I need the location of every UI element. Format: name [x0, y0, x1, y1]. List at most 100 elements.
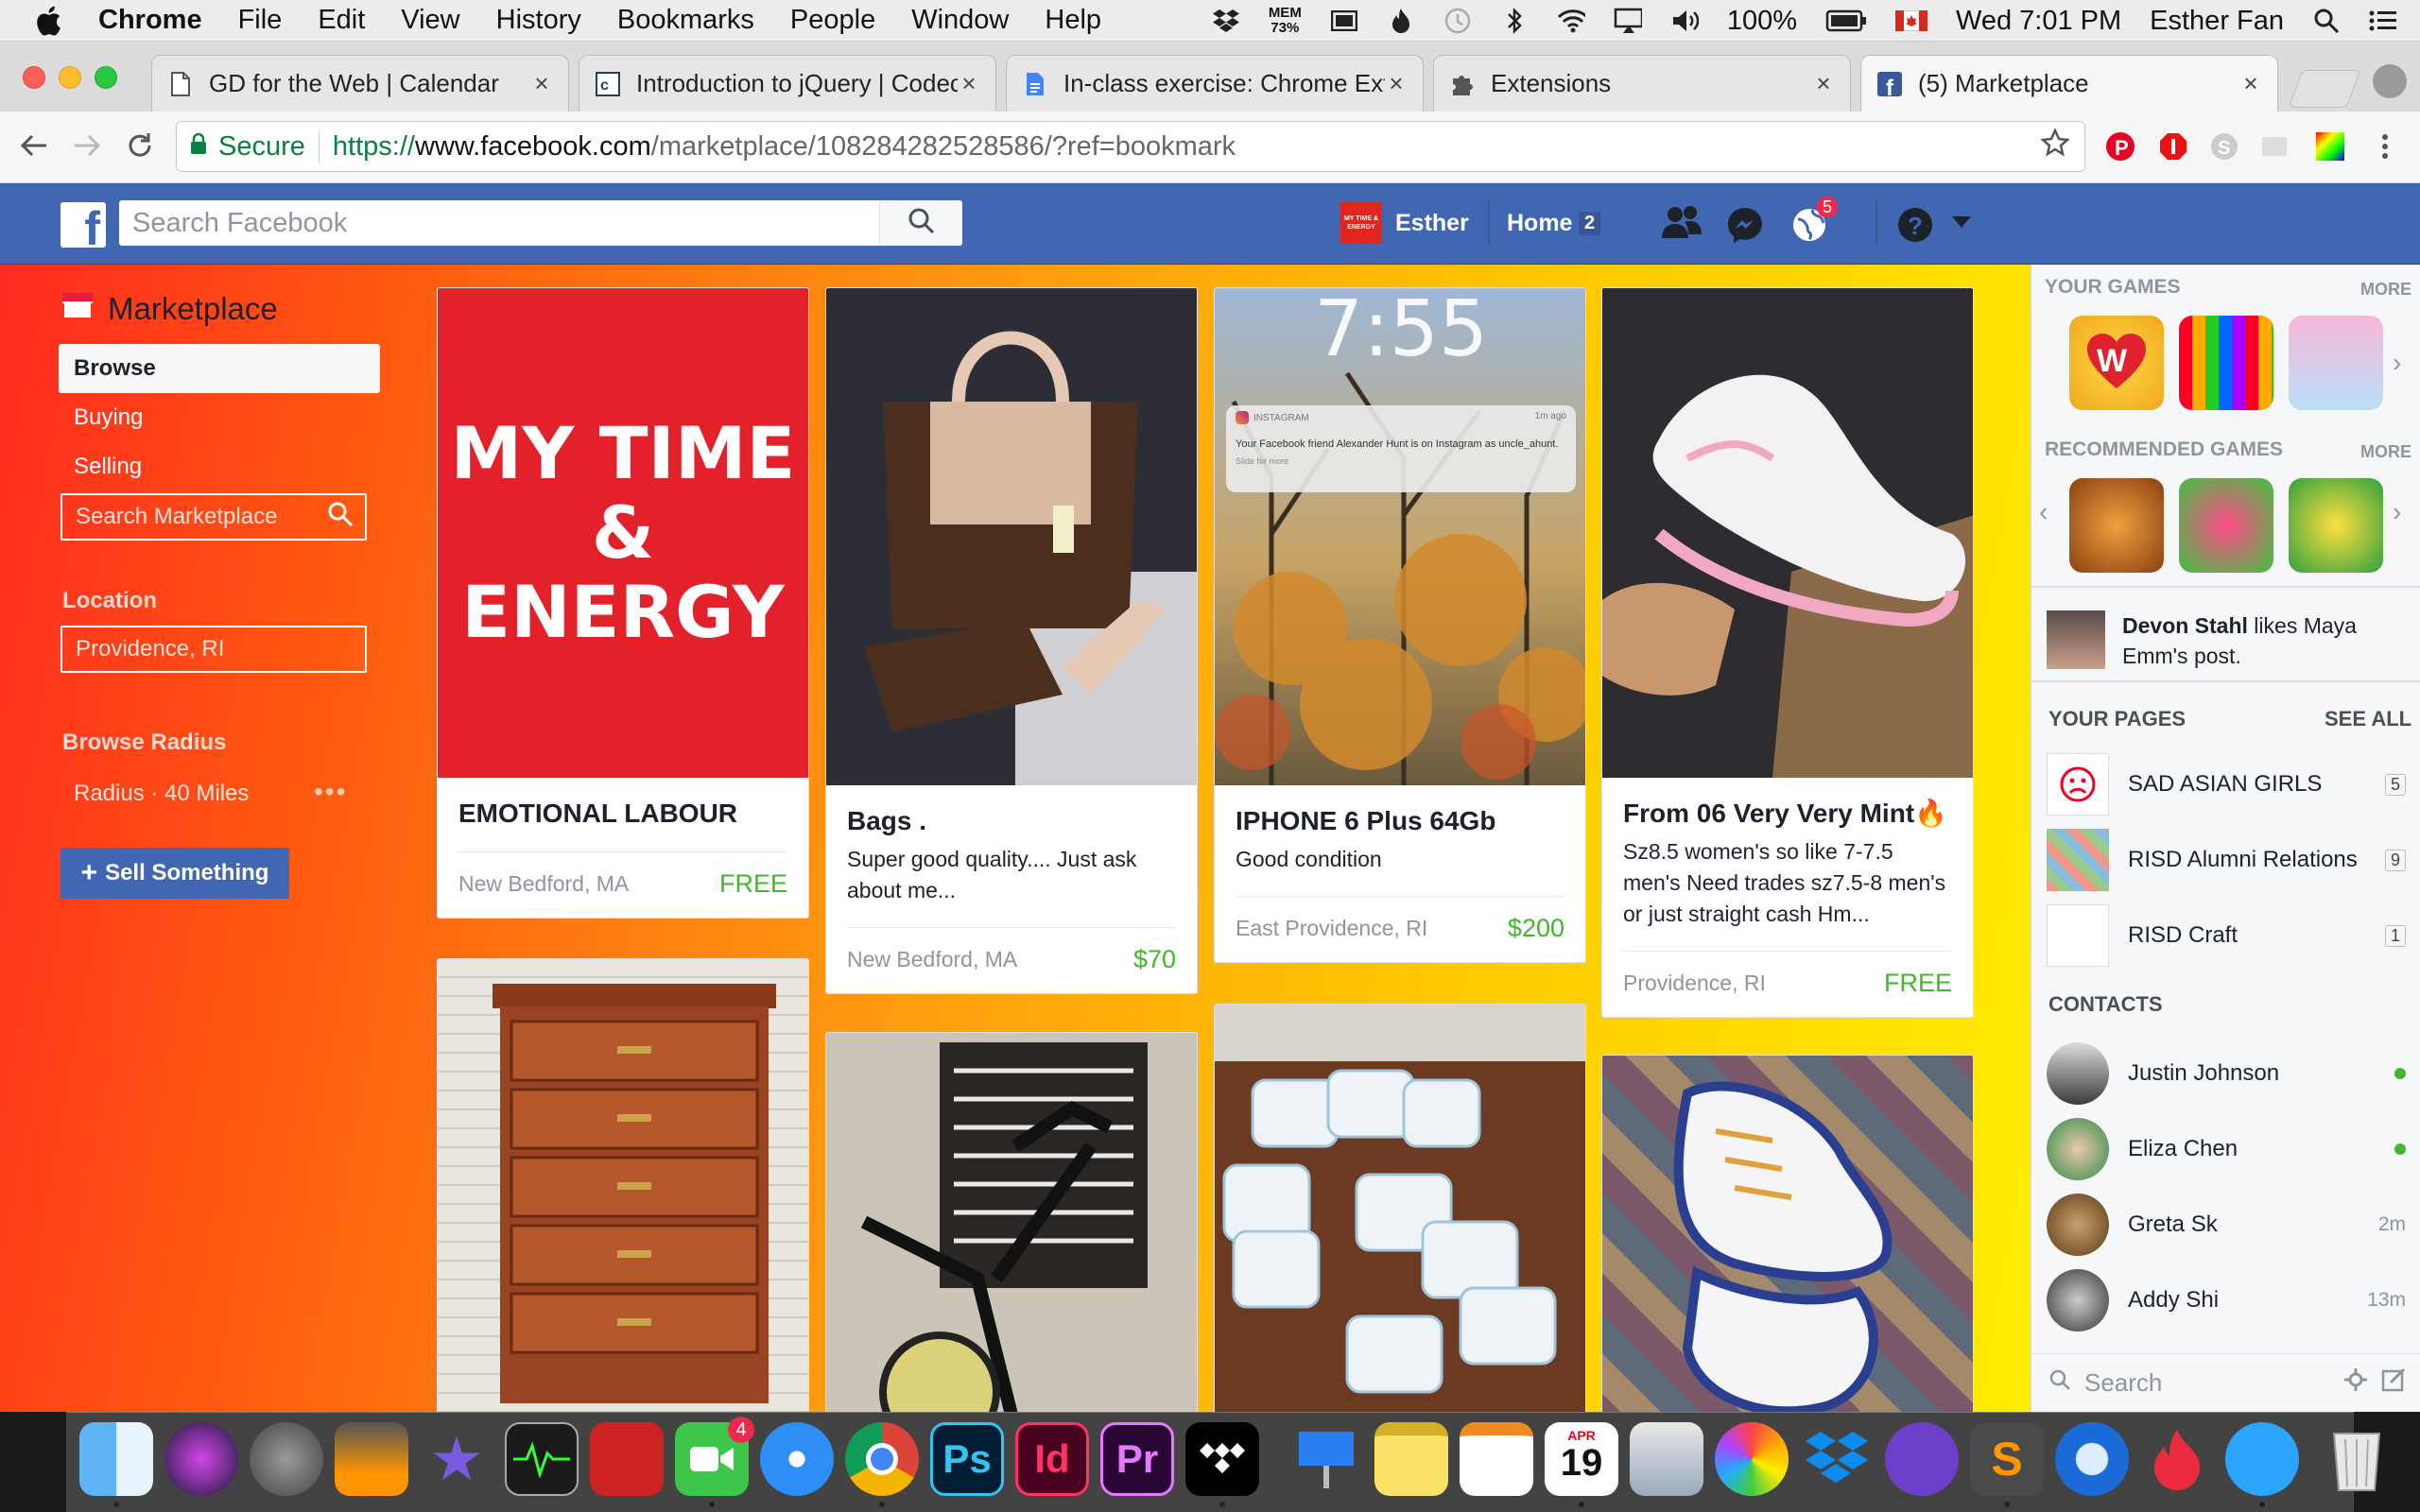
notification-center-icon[interactable] [2369, 7, 2397, 35]
contact-justin-johnson[interactable]: Justin Johnson [2047, 1036, 2406, 1111]
games-more-link[interactable]: MORE [2360, 280, 2411, 300]
clock[interactable]: Wed 7:01 PM [1956, 6, 2121, 37]
quicktime-icon[interactable] [2055, 1422, 2129, 1496]
contact-greta-sk[interactable]: Greta Sk 2m [2047, 1187, 2406, 1263]
friend-requests-icon[interactable] [1660, 204, 1703, 247]
contact-eliza-chen[interactable]: Eliza Chen [2047, 1111, 2406, 1187]
tetris-game-icon[interactable] [2179, 316, 2273, 410]
safari-icon[interactable] [760, 1422, 834, 1496]
menu-history[interactable]: History [496, 5, 581, 36]
spotlight-icon[interactable] [2312, 7, 2341, 35]
adblock-icon[interactable] [2157, 130, 2189, 163]
apple-icon[interactable] [34, 5, 66, 37]
listing-card[interactable]: From 06 Very Very Mint🔥 Sz8.5 women's so… [1601, 287, 1974, 1018]
bluetooth-icon[interactable] [1500, 7, 1529, 35]
system-preferences-icon[interactable] [250, 1422, 323, 1496]
preview-icon[interactable] [1630, 1422, 1703, 1496]
window-icon[interactable] [1330, 7, 1358, 35]
menu-help[interactable]: Help [1045, 5, 1101, 36]
menu-file[interactable]: File [238, 5, 283, 36]
notes-icon[interactable] [1374, 1422, 1448, 1496]
page-item-risd-craft[interactable]: RISD Craft 1 [2047, 898, 2406, 973]
finder-icon[interactable] [79, 1422, 153, 1496]
sublime-text-icon[interactable]: S [1970, 1422, 2044, 1496]
volume-icon[interactable] [1670, 7, 1699, 35]
pages-icon[interactable] [1460, 1422, 1533, 1496]
menu-window[interactable]: Window [911, 5, 1009, 36]
tidal-icon[interactable] [1185, 1422, 1259, 1496]
listing-card[interactable]: Bags . Super good quality.... Just ask a… [825, 287, 1198, 994]
more-options-icon[interactable]: ••• [314, 777, 347, 807]
facebook-logo-icon[interactable]: f [60, 202, 106, 248]
nav-selling[interactable]: Selling [59, 442, 380, 491]
user-name[interactable]: Esther Fan [2150, 6, 2284, 37]
menu-people[interactable]: People [790, 5, 875, 36]
gear-icon[interactable] [2343, 1367, 2368, 1399]
new-message-icon[interactable] [2381, 1367, 2406, 1399]
reload-icon[interactable] [121, 127, 159, 164]
tinder-icon[interactable] [2140, 1422, 2214, 1496]
menu-edit[interactable]: Edit [318, 5, 365, 36]
tab-close-icon[interactable]: × [1812, 69, 1835, 98]
nav-buying[interactable]: Buying [59, 393, 380, 442]
gem-mania-game-icon[interactable] [2069, 478, 2164, 573]
pinterest-icon[interactable]: P [2104, 130, 2136, 163]
words-game-icon[interactable]: W [2069, 316, 2164, 410]
memory-monitor[interactable]: MEM 73% [1269, 6, 1302, 36]
imovie-icon[interactable]: ★ [420, 1422, 493, 1496]
photo-booth-icon[interactable] [590, 1422, 664, 1496]
tab-close-icon[interactable]: × [2239, 69, 2262, 98]
tab-chrome-extension-exercise[interactable]: In-class exercise: Chrome Exte × [1006, 55, 1424, 112]
radius-value[interactable]: Radius · 40 Miles [74, 781, 249, 807]
listing-card[interactable]: MY TIME & ENERGY EMOTIONAL LABOUR New Be… [437, 287, 809, 919]
tab-marketplace[interactable]: f (5) Marketplace × [1860, 55, 2278, 112]
address-bar[interactable]: Secure https:// www.facebook.com /market… [176, 121, 2085, 172]
prev-arrow-icon[interactable]: ‹ [2039, 497, 2048, 527]
profile-avatar-icon[interactable] [2373, 64, 2407, 98]
activity-avatar[interactable] [2047, 610, 2105, 669]
location-input[interactable]: Providence, RI [60, 626, 367, 673]
airplay-icon[interactable] [1614, 7, 1642, 35]
page-item-risd-alumni[interactable]: RISD Alumni Relations 9 [2047, 822, 2406, 898]
trash-icon[interactable] [2320, 1422, 2394, 1496]
bookmark-star-icon[interactable] [2040, 127, 2070, 164]
chrome-menu-icon[interactable] [2369, 130, 2401, 163]
candy-game-icon[interactable] [2179, 478, 2273, 573]
chat-search-bar[interactable]: Search [2031, 1353, 2420, 1412]
indesign-icon[interactable]: Id [1015, 1422, 1089, 1496]
see-all-link[interactable]: SEE ALL [2325, 707, 2411, 731]
forward-arrow-icon[interactable] [68, 127, 106, 164]
wifi-icon[interactable] [1557, 7, 1585, 35]
dropbox-icon[interactable] [1212, 7, 1240, 35]
account-dropdown-icon[interactable] [1951, 215, 1972, 233]
siri-icon[interactable] [164, 1422, 238, 1496]
page-item-sad-asian-girls[interactable]: SAD ASIAN GIRLS 5 [2047, 747, 2406, 822]
user-avatar[interactable]: MY TIME & ENERGY [1340, 202, 1382, 244]
github-icon[interactable] [1885, 1422, 1959, 1496]
close-window-button[interactable] [23, 66, 45, 89]
profile-link[interactable]: Esther [1395, 210, 1469, 237]
tab-gd-calendar[interactable]: GD for the Web | Calendar × [151, 55, 569, 112]
bubble-game-icon[interactable] [2289, 478, 2383, 573]
canada-flag-icon[interactable] [1894, 7, 1927, 35]
tab-jquery-codecademy[interactable]: c Introduction to jQuery | Codec × [579, 55, 996, 112]
skype-icon[interactable]: S [2208, 130, 2240, 163]
help-icon[interactable]: ? [1896, 206, 1934, 249]
time-machine-icon[interactable] [1443, 7, 1472, 35]
minimize-window-button[interactable] [59, 66, 81, 89]
menu-chrome[interactable]: Chrome [98, 5, 202, 36]
activity-ticker-item[interactable]: Devon Stahl likes Maya Emm's post. [2122, 610, 2406, 671]
listing-card[interactable] [1214, 1004, 1586, 1412]
tab-extensions[interactable]: Extensions × [1433, 55, 1851, 112]
keynote-icon[interactable] [1289, 1422, 1363, 1496]
calendar-icon[interactable]: APR 19 [1545, 1422, 1618, 1496]
search-marketplace-input[interactable]: Search Marketplace [60, 493, 367, 541]
calculator-icon[interactable] [335, 1422, 408, 1496]
menu-bookmarks[interactable]: Bookmarks [617, 5, 754, 36]
premiere-icon[interactable]: Pr [1100, 1422, 1174, 1496]
back-arrow-icon[interactable] [15, 127, 53, 164]
dropbox-icon[interactable] [1800, 1422, 1874, 1496]
next-arrow-icon[interactable]: › [2393, 348, 2401, 378]
next-arrow-icon[interactable]: › [2393, 497, 2401, 527]
new-tab-button[interactable] [2288, 70, 2361, 108]
